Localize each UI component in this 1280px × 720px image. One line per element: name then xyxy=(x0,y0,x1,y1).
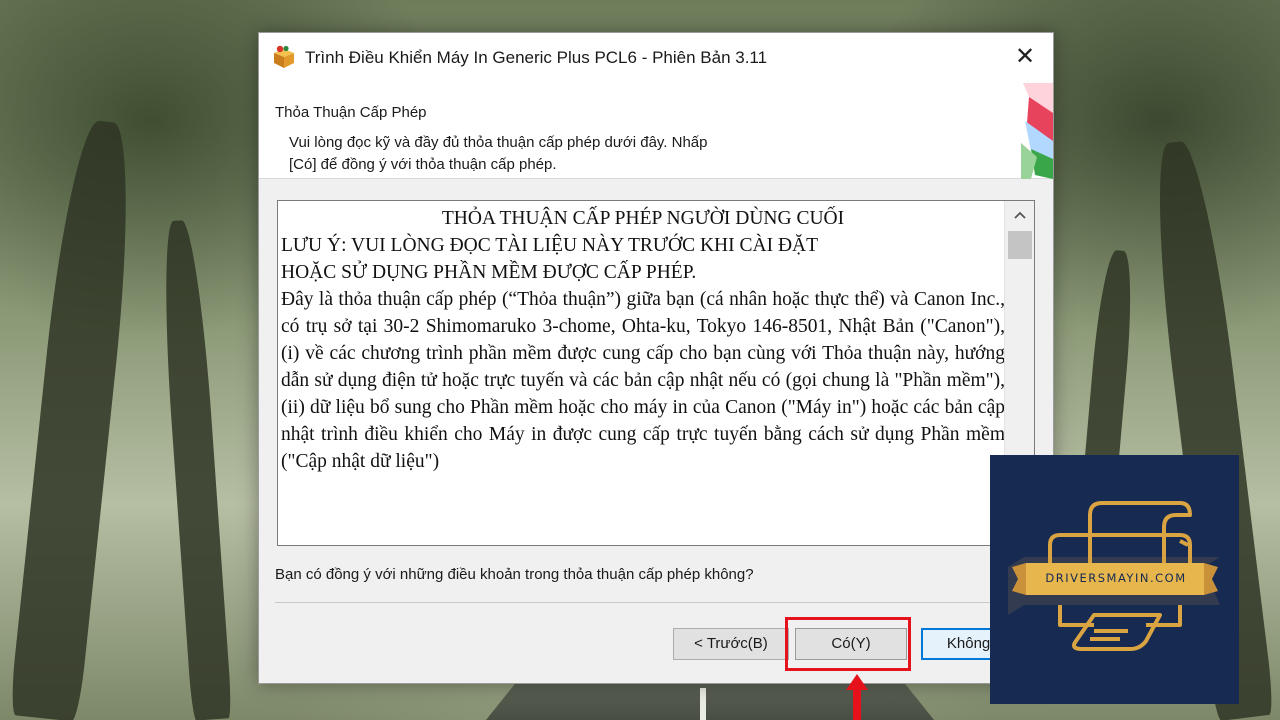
license-note-line: HOẶC SỬ DỤNG PHẦN MỀM ĐƯỢC CẤP PHÉP. xyxy=(281,262,697,283)
license-text: THỎA THUẬN CẤP PHÉP NGƯỜI DÙNG CUỐI LƯU … xyxy=(281,201,1005,475)
header-description-line: Vui lòng đọc kỹ và đầy đủ thỏa thuận cấp… xyxy=(289,134,708,151)
background-road xyxy=(470,680,950,720)
back-button[interactable]: < Trước(B) xyxy=(673,628,789,660)
header-title: Thỏa Thuận Cấp Phép xyxy=(275,104,427,121)
license-note: LƯU Ý: VUI LÒNG ĐỌC TÀI LIỆU NÀY TRƯỚC K… xyxy=(281,232,1005,286)
wizard-header: Thỏa Thuận Cấp Phép Vui lòng đọc kỹ và đ… xyxy=(259,83,1053,179)
close-button[interactable]: ✕ xyxy=(997,33,1053,83)
yes-button-highlight xyxy=(785,617,911,671)
license-title: THỎA THUẬN CẤP PHÉP NGƯỜI DÙNG CUỐI xyxy=(441,208,845,229)
license-dialog: Trình Điều Khiển Máy In Generic Plus PCL… xyxy=(258,32,1054,684)
window-title: Trình Điều Khiển Máy In Generic Plus PCL… xyxy=(305,48,768,67)
header-graphic-icon xyxy=(991,83,1053,179)
watermark-logo: DRIVERSMAYIN.COM xyxy=(990,455,1239,704)
header-description: Vui lòng đọc kỹ và đầy đủ thỏa thuận cấp… xyxy=(289,132,849,176)
background-tree-trunk xyxy=(8,117,142,720)
license-body: Đây là thỏa thuận cấp phép (“Thỏa thuận”… xyxy=(281,289,1005,472)
divider xyxy=(275,602,1035,603)
license-text-box[interactable]: THỎA THUẬN CẤP PHÉP NGƯỜI DÙNG CUỐI LƯU … xyxy=(277,200,1035,546)
title-bar: Trình Điều Khiển Máy In Generic Plus PCL… xyxy=(259,33,1053,83)
header-description-line: [Có] để đồng ý với thỏa thuận cấp phép. xyxy=(289,156,557,173)
scrollbar-thumb[interactable] xyxy=(1008,231,1032,259)
background-road-line xyxy=(700,688,706,720)
background-tree-trunk xyxy=(157,219,233,720)
license-note-line: LƯU Ý: VUI LÒNG ĐỌC TÀI LIỆU NÀY TRƯỚC K… xyxy=(281,235,819,256)
chevron-up-icon[interactable] xyxy=(1005,201,1034,229)
installer-box-icon xyxy=(271,45,297,69)
arrow-up-icon xyxy=(846,674,868,720)
watermark-text: DRIVERSMAYIN.COM xyxy=(1045,571,1187,585)
agreement-question: Bạn có đồng ý với những điều khoản trong… xyxy=(275,566,754,583)
